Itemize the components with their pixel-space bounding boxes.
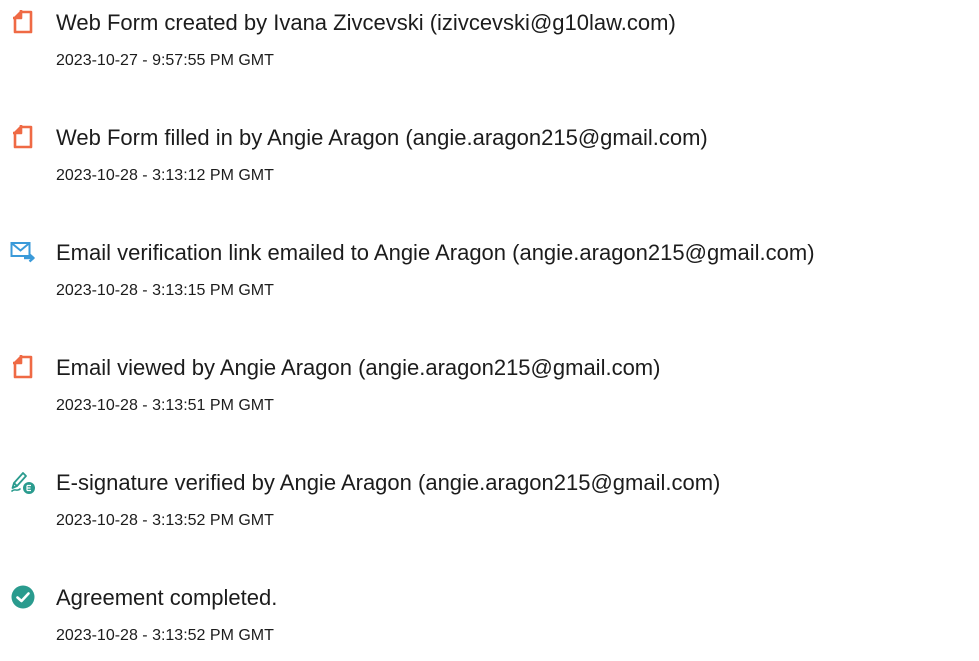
- event-description: Agreement completed.: [56, 585, 278, 610]
- event-timestamp: 2023-10-28 - 3:13:12 PM GMT: [56, 167, 274, 184]
- document-icon: [10, 354, 36, 380]
- audit-event: Email verification link emailed to Angie…: [0, 236, 979, 316]
- document-icon: [10, 124, 36, 150]
- document-icon: [10, 9, 36, 35]
- event-timestamp: 2023-10-28 - 3:13:15 PM GMT: [56, 282, 274, 299]
- signature-verified-icon: [10, 469, 36, 495]
- event-timestamp: 2023-10-28 - 3:13:52 PM GMT: [56, 512, 274, 529]
- event-description: Email viewed by Angie Aragon (angie.arag…: [56, 355, 661, 380]
- event-description: Email verification link emailed to Angie…: [56, 240, 815, 265]
- audit-event: Email viewed by Angie Aragon (angie.arag…: [0, 351, 979, 431]
- audit-event: Agreement completed. 2023-10-28 - 3:13:5…: [0, 581, 979, 661]
- event-description: Web Form filled in by Angie Aragon (angi…: [56, 125, 708, 150]
- audit-event: E-signature verified by Angie Aragon (an…: [0, 466, 979, 546]
- event-timestamp: 2023-10-28 - 3:13:51 PM GMT: [56, 397, 274, 414]
- audit-event: Web Form created by Ivana Zivcevski (izi…: [0, 6, 979, 86]
- audit-event: Web Form filled in by Angie Aragon (angi…: [0, 121, 979, 201]
- event-timestamp: 2023-10-27 - 9:57:55 PM GMT: [56, 52, 274, 69]
- check-circle-icon: [10, 584, 36, 610]
- event-description: Web Form created by Ivana Zivcevski (izi…: [56, 10, 676, 35]
- event-timestamp: 2023-10-28 - 3:13:52 PM GMT: [56, 627, 274, 644]
- email-forward-icon: [10, 239, 36, 265]
- event-description: E-signature verified by Angie Aragon (an…: [56, 470, 721, 495]
